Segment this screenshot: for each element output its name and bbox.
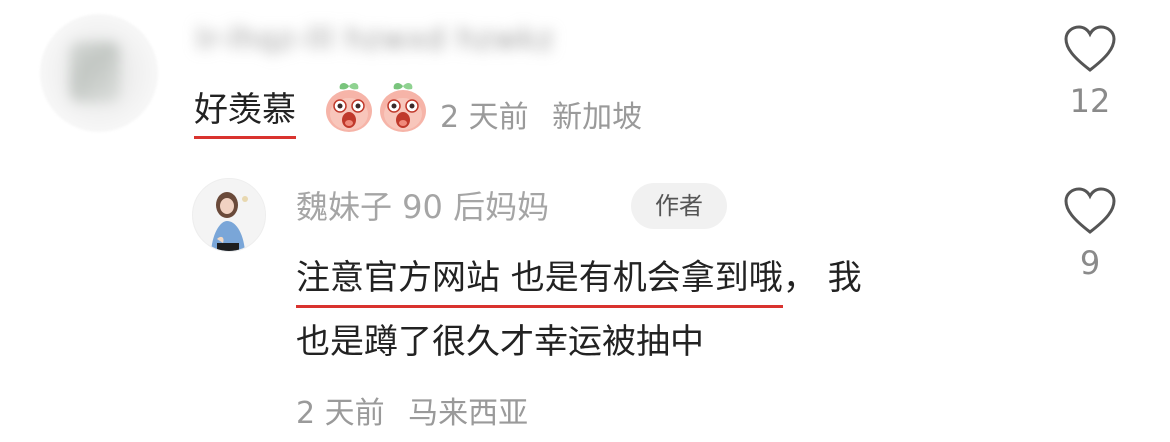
reply-text-rest: ， 我 [782,258,862,298]
reply-time: 2 天前 [296,396,385,431]
comment-time: 2 天前 [440,100,529,135]
comment-text-content: 好羡慕 [194,90,296,130]
highlight-underline [194,136,296,139]
highlight-underline [296,305,783,308]
comment-like[interactable]: 12 [1058,24,1122,120]
comment-location: 新加坡 [552,100,643,135]
person-photo [193,179,265,251]
comment-text: 好羡慕 [194,82,296,139]
peach-face-emoji [380,82,426,132]
commenter-avatar[interactable] [40,14,158,132]
comment-meta: 2 天前 新加坡 [440,92,642,136]
heart-icon[interactable] [1063,24,1117,74]
reply-highlight-text: 注意官方网站 也是有机会拿到哦 [296,258,783,298]
reply-like[interactable]: 9 [1058,186,1122,282]
reply-text-line1: 注意官方网站 也是有机会拿到哦 ， 我 [296,250,862,308]
reply-avatar[interactable] [192,178,266,252]
reply-text-line2: 也是蹲了很久才幸运被抽中 [296,322,704,362]
like-count: 12 [1069,82,1111,120]
reply-location: 马来西亚 [408,396,529,431]
reply-meta: 2 天前 马来西亚 [296,388,528,432]
like-count: 9 [1079,244,1101,282]
heart-icon[interactable] [1063,186,1117,236]
commenter-username[interactable]: lr-lhqz-lll hzwxd hzwkz [196,22,736,62]
peach-face-emoji [326,82,372,132]
reply-username[interactable]: 魏妹子 90 后妈妈 [296,182,549,228]
author-badge: 作者 [631,183,727,229]
